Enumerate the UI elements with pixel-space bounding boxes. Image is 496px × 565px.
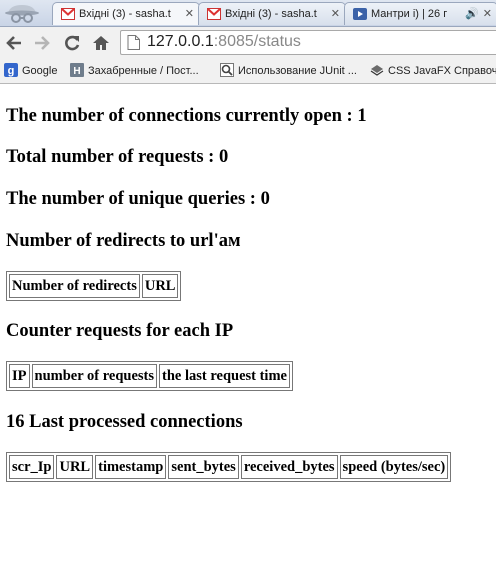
unique-queries-heading: The number of unique queries : 0: [6, 189, 270, 209]
address-url: 127.0.0.1:8085/status: [147, 33, 301, 51]
tab-title: Мантри і) | 26 г: [371, 8, 448, 20]
search-icon: [220, 63, 234, 77]
close-tab-icon[interactable]: ✕: [483, 7, 492, 20]
home-icon: [93, 36, 109, 50]
browser-toolbar: 127.0.0.1:8085/status: [0, 27, 496, 59]
last-connections-heading: 16 Last processed connections: [6, 412, 243, 432]
svg-text:g: g: [8, 65, 15, 77]
forward-arrow-icon: [35, 36, 50, 50]
svg-text:H: H: [73, 66, 80, 77]
column-header: the last request time: [159, 364, 290, 388]
column-header: number of requests: [31, 364, 157, 388]
redirects-table: Number of redirects URL: [6, 271, 182, 301]
bookmark-label: Захабренные / Пост...: [88, 65, 199, 77]
redirects-heading: Number of redirects to url'ам: [6, 231, 241, 251]
open-connections-heading: The number of connections currently open…: [6, 106, 367, 126]
book-icon: [370, 65, 384, 76]
habr-icon: H: [70, 63, 84, 77]
close-tab-icon[interactable]: ✕: [331, 7, 340, 20]
column-header: received_bytes: [240, 455, 338, 479]
ip-counter-heading: Counter requests for each IP: [6, 321, 234, 341]
play-icon: [353, 8, 367, 20]
ip-requests-table: IP number of requests the last request t…: [6, 361, 293, 391]
incognito-icon: [5, 5, 39, 23]
bookmarks-bar: g Google H Захабренные / Пост... Использ…: [0, 59, 496, 84]
url-host: 127.0.0.1: [147, 33, 214, 50]
gmail-icon: [207, 8, 221, 20]
tab-mantras[interactable]: Мантри і) | 26 г 🔊 ✕: [344, 2, 496, 25]
bookmark-habr[interactable]: H Захабренные / Пост...: [70, 63, 199, 79]
bookmark-label: CSS JavaFX Справоч...: [388, 65, 496, 77]
column-header: Number of redirects: [9, 274, 140, 298]
back-button[interactable]: [2, 31, 26, 55]
url-port: :8085: [213, 33, 254, 50]
column-header: URL: [141, 274, 179, 298]
bookmark-junit[interactable]: Использование JUnit ...: [220, 63, 357, 79]
bookmark-label: Использование JUnit ...: [238, 65, 357, 77]
forward-button[interactable]: [30, 31, 54, 55]
column-header: sent_bytes: [168, 455, 239, 479]
bookmark-javafx-css[interactable]: CSS JavaFX Справоч...: [370, 63, 496, 79]
tab-strip: Вхідні (3) - sasha.t ✕ Вхідні (3) - sash…: [0, 0, 496, 27]
gmail-icon: [61, 8, 75, 20]
speaker-icon: 🔊: [465, 8, 479, 20]
table-header-row: Number of redirects URL: [9, 274, 179, 298]
connections-table: scr_Ip URL timestamp sent_bytes received…: [6, 452, 452, 482]
column-header: IP: [9, 364, 30, 388]
table-header-row: scr_Ip URL timestamp sent_bytes received…: [9, 455, 449, 479]
tab-title: Вхідні (3) - sasha.t: [79, 8, 171, 20]
url-path: /status: [253, 33, 301, 50]
column-header: scr_Ip: [9, 455, 55, 479]
close-tab-icon[interactable]: ✕: [185, 7, 194, 20]
home-button[interactable]: [89, 31, 113, 55]
column-header: URL: [56, 455, 94, 479]
tab-gmail-2[interactable]: Вхідні (3) - sasha.t ✕: [198, 2, 346, 25]
bookmark-google[interactable]: g Google: [4, 63, 57, 79]
back-arrow-icon: [6, 36, 21, 50]
google-icon: g: [4, 63, 18, 77]
column-header: timestamp: [95, 455, 167, 479]
column-header: speed (bytes/sec): [339, 455, 449, 479]
reload-button[interactable]: [60, 31, 84, 55]
address-bar[interactable]: 127.0.0.1:8085/status: [120, 30, 496, 55]
reload-icon: [65, 35, 80, 51]
bookmark-label: Google: [22, 65, 58, 77]
tab-gmail-1[interactable]: Вхідні (3) - sasha.t ✕: [52, 2, 200, 25]
total-requests-heading: Total number of requests : 0: [6, 147, 229, 167]
page-icon: [127, 35, 140, 50]
tab-title: Вхідні (3) - sasha.t: [225, 8, 317, 20]
table-header-row: IP number of requests the last request t…: [9, 364, 290, 388]
